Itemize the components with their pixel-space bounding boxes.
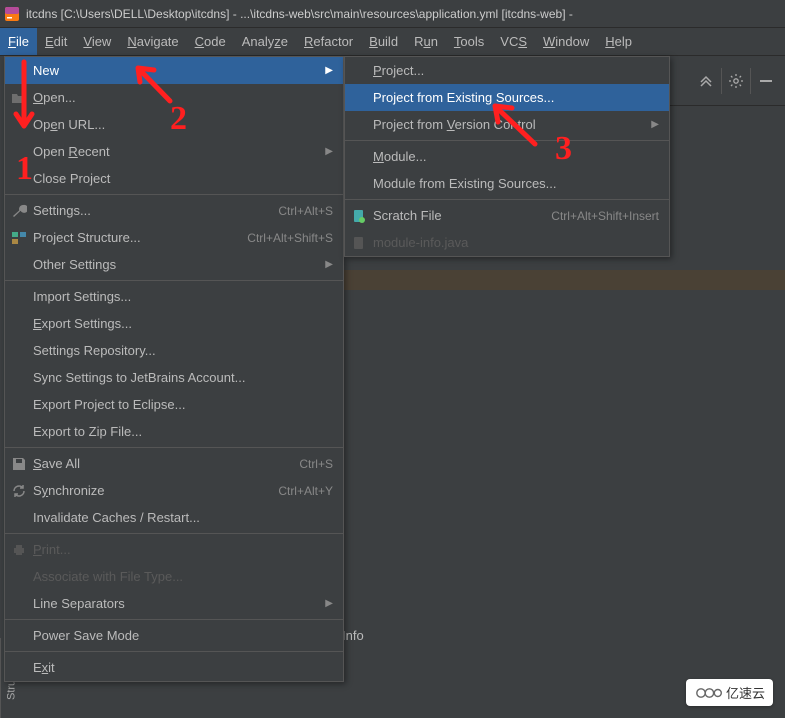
separator xyxy=(5,533,343,534)
menu-export-eclipse[interactable]: Export Project to Eclipse... xyxy=(5,391,343,418)
menu-open-url[interactable]: Open URL... xyxy=(5,111,343,138)
submenu-module-from-existing-sources[interactable]: Module from Existing Sources... xyxy=(345,170,669,197)
separator xyxy=(345,199,669,200)
separator xyxy=(5,280,343,281)
watermark-logo: 亿速云 xyxy=(686,679,773,706)
menu-power-save-mode[interactable]: Power Save Mode xyxy=(5,622,343,649)
submenu-scratch-file[interactable]: Scratch FileCtrl+Alt+Shift+Insert xyxy=(345,202,669,229)
menu-open-recent[interactable]: Open Recent▶ xyxy=(5,138,343,165)
java-file-icon xyxy=(351,235,367,251)
scratch-file-icon xyxy=(351,208,367,224)
menu-export-settings[interactable]: Export Settings... xyxy=(5,310,343,337)
file-dropdown: New▶ Open... Open URL... Open Recent▶ Cl… xyxy=(4,56,344,682)
separator xyxy=(5,194,343,195)
separator xyxy=(5,619,343,620)
editor-highlight-strip xyxy=(344,270,785,290)
menu-save-all[interactable]: Save AllCtrl+S xyxy=(5,450,343,477)
wrench-icon xyxy=(11,203,27,219)
menu-project-structure[interactable]: Project Structure...Ctrl+Alt+Shift+S xyxy=(5,224,343,251)
title-bar: itcdns [C:\Users\DELL\Desktop\itcdns] - … xyxy=(0,0,785,28)
menu-close-project[interactable]: Close Project xyxy=(5,165,343,192)
menu-open[interactable]: Open... xyxy=(5,84,343,111)
chevron-right-icon: ▶ xyxy=(325,65,333,76)
separator xyxy=(5,651,343,652)
menu-code[interactable]: Code xyxy=(187,28,234,55)
new-submenu: Project... Project from Existing Sources… xyxy=(344,56,670,257)
menu-other-settings[interactable]: Other Settings▶ xyxy=(5,251,343,278)
menu-settings[interactable]: Settings...Ctrl+Alt+S xyxy=(5,197,343,224)
sync-icon xyxy=(11,483,27,499)
submenu-project-from-version-control[interactable]: Project from Version Control▶ xyxy=(345,111,669,138)
menu-window[interactable]: Window xyxy=(535,28,597,55)
menu-exit[interactable]: Exit xyxy=(5,654,343,681)
separator xyxy=(345,140,669,141)
submenu-module-info-java: module-info.java xyxy=(345,229,669,256)
menu-run[interactable]: Run xyxy=(406,28,446,55)
menu-vcs[interactable]: VCS xyxy=(492,28,535,55)
menu-bar: File Edit View Navigate Code Analyze Ref… xyxy=(0,28,785,56)
menu-help[interactable]: Help xyxy=(597,28,640,55)
menu-analyze[interactable]: Analyze xyxy=(234,28,296,55)
menu-export-zip[interactable]: Export to Zip File... xyxy=(5,418,343,445)
menu-refactor[interactable]: Refactor xyxy=(296,28,361,55)
chevron-right-icon: ▶ xyxy=(325,259,333,270)
folder-open-icon xyxy=(11,90,27,106)
menu-new[interactable]: New▶ xyxy=(5,57,343,84)
chevron-right-icon: ▶ xyxy=(651,119,659,130)
menu-print: Print... xyxy=(5,536,343,563)
chevron-right-icon: ▶ xyxy=(325,146,333,157)
menu-build[interactable]: Build xyxy=(361,28,406,55)
menu-view[interactable]: View xyxy=(75,28,119,55)
collapse-icon[interactable] xyxy=(693,68,719,94)
print-icon xyxy=(11,542,27,558)
submenu-project-from-existing-sources[interactable]: Project from Existing Sources... xyxy=(345,84,669,111)
menu-associate-file-type: Associate with File Type... xyxy=(5,563,343,590)
menu-synchronize[interactable]: SynchronizeCtrl+Alt+Y xyxy=(5,477,343,504)
submenu-project[interactable]: Project... xyxy=(345,57,669,84)
menu-tools[interactable]: Tools xyxy=(446,28,492,55)
window-title: itcdns [C:\Users\DELL\Desktop\itcdns] - … xyxy=(26,7,573,21)
project-structure-icon xyxy=(11,230,27,246)
chevron-right-icon: ▶ xyxy=(325,598,333,609)
menu-edit[interactable]: Edit xyxy=(37,28,75,55)
separator xyxy=(5,447,343,448)
menu-file[interactable]: File xyxy=(0,28,37,55)
menu-invalidate-caches[interactable]: Invalidate Caches / Restart... xyxy=(5,504,343,531)
tree-info-label: Info xyxy=(342,628,364,643)
toolbar-right xyxy=(665,56,785,106)
minimize-icon[interactable] xyxy=(753,68,779,94)
menu-navigate[interactable]: Navigate xyxy=(119,28,186,55)
app-icon xyxy=(4,6,20,22)
menu-line-separators[interactable]: Line Separators▶ xyxy=(5,590,343,617)
gear-icon[interactable] xyxy=(721,68,751,94)
watermark-text: 亿速云 xyxy=(726,683,765,702)
menu-sync-jetbrains[interactable]: Sync Settings to JetBrains Account... xyxy=(5,364,343,391)
save-icon xyxy=(11,456,27,472)
menu-import-settings[interactable]: Import Settings... xyxy=(5,283,343,310)
menu-settings-repository[interactable]: Settings Repository... xyxy=(5,337,343,364)
submenu-module[interactable]: Module... xyxy=(345,143,669,170)
